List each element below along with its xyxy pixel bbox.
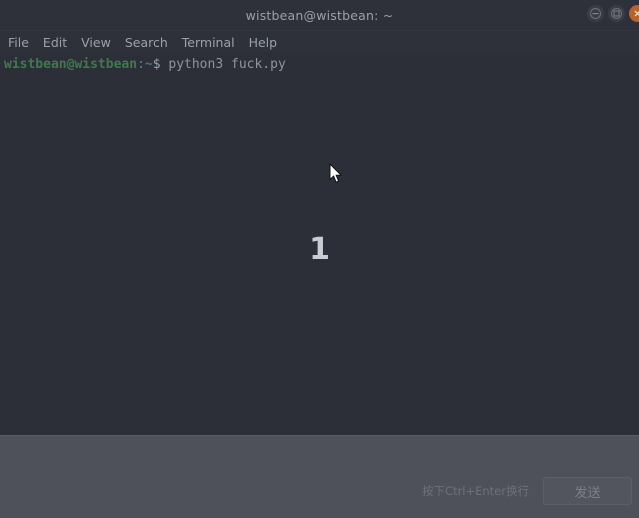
window-titlebar[interactable]: wistbean@wistbean: ~	[0, 0, 639, 31]
send-button[interactable]: 发送	[543, 477, 632, 505]
minimize-button[interactable]	[587, 5, 604, 22]
maximize-button[interactable]	[608, 5, 625, 22]
prompt-path: ~	[144, 57, 153, 72]
menubar: File Edit View Search Terminal Help	[0, 31, 639, 54]
close-button[interactable]	[629, 5, 639, 22]
menu-item-help[interactable]: Help	[249, 35, 278, 50]
menu-item-search[interactable]: Search	[125, 35, 168, 50]
chat-actions: 按下Ctrl+Enter换行 发送	[422, 477, 632, 505]
menu-item-edit[interactable]: Edit	[43, 35, 67, 50]
menu-item-file[interactable]: File	[8, 35, 29, 50]
shortcut-hint-label: 按下Ctrl+Enter换行	[422, 484, 529, 498]
chat-panel: 按下Ctrl+Enter换行 发送	[0, 435, 639, 518]
prompt-dollar: $	[152, 57, 161, 72]
terminal-prompt-line: wistbean@wistbean:~$ python3 fuck.py	[2, 57, 639, 73]
terminal-output-area[interactable]: wistbean@wistbean:~$ python3 fuck.py 1	[0, 54, 639, 435]
chat-input[interactable]	[0, 436, 639, 474]
prompt-colon: :	[137, 57, 145, 72]
mouse-cursor-icon	[329, 162, 343, 184]
terminal-command-text: python3 fuck.py	[168, 57, 286, 72]
window-controls	[587, 5, 639, 22]
terminal-window: wistbean@wistbean: ~ File Edit View Sear…	[0, 0, 639, 435]
prompt-user-host: wistbean@wistbean	[4, 57, 138, 72]
terminal-output-value: 1	[309, 232, 330, 267]
menu-item-terminal[interactable]: Terminal	[182, 35, 235, 50]
menu-item-view[interactable]: View	[81, 35, 111, 50]
window-title: wistbean@wistbean: ~	[245, 7, 394, 23]
